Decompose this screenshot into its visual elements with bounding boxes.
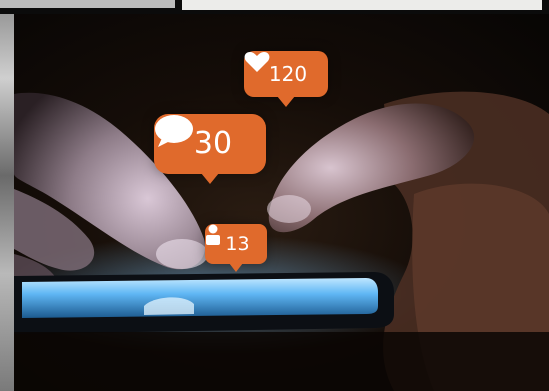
background-edge — [0, 0, 14, 391]
comment-count: 30 — [193, 126, 233, 161]
follower-count: 13 — [225, 232, 250, 255]
like-count: 120 — [268, 62, 308, 86]
comment-notification-bubble: 30 — [154, 114, 266, 184]
follower-notification-bubble: 13 — [205, 224, 267, 272]
like-notification-bubble: 120 — [244, 51, 328, 107]
top-edge-strip — [0, 0, 549, 14]
screenshot: 120 30 13 — [0, 0, 549, 391]
smartphone-notifications-photo: 120 30 13 — [14, 14, 549, 391]
